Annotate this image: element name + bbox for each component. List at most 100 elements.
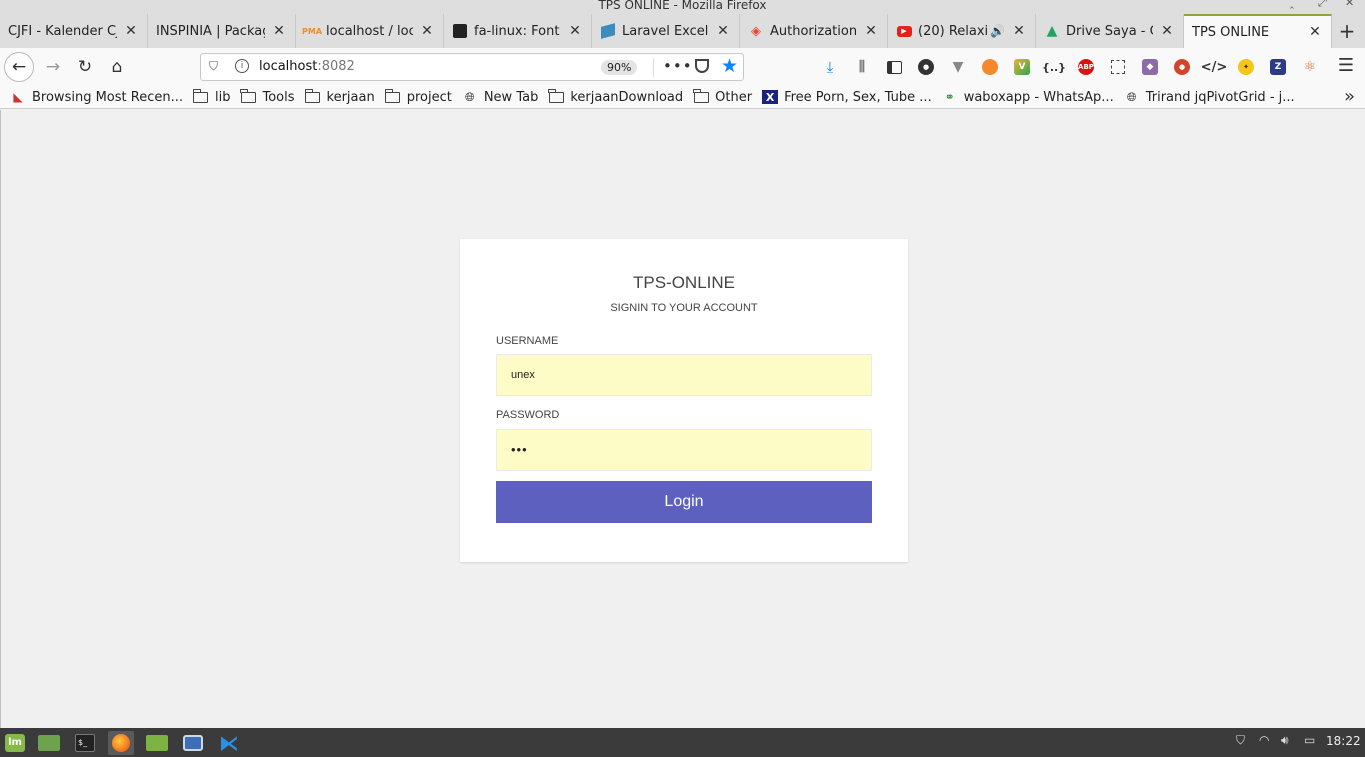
bookmark-label: Other <box>715 89 753 105</box>
download-icon[interactable]: ⤓ <box>814 56 846 78</box>
tab-title: Drive Saya - Go <box>1066 23 1153 39</box>
bookmarks-overflow-icon[interactable]: » <box>1344 86 1355 108</box>
close-window-icon[interactable]: ✕ <box>1345 0 1354 8</box>
bookmark-waboxapp[interactable]: ⚭ waboxapp - WhatsAp... <box>942 86 1114 109</box>
bookmark-star-icon[interactable]: ★ <box>721 55 738 77</box>
back-button[interactable]: ← <box>4 52 34 82</box>
close-tab-icon[interactable]: ✕ <box>271 23 287 39</box>
tab-laravel-excel[interactable]: Laravel Excel | ✕ <box>592 14 740 48</box>
url-text[interactable]: localhost:8082 <box>259 59 355 74</box>
login-title: TPS-ONLINE <box>632 273 736 292</box>
zotero-icon[interactable]: Z <box>1262 56 1294 78</box>
bookmark-new-tab[interactable]: 🌐︎ New Tab <box>462 86 538 109</box>
tab-phpmyadmin[interactable]: PMA localhost / loca ✕ <box>296 14 444 48</box>
reload-icon: ↻ <box>77 57 93 77</box>
bookmark-recent[interactable]: ◣ Browsing Most Recen... <box>10 86 183 109</box>
adblock-icon[interactable]: ABP <box>1070 56 1102 78</box>
site-info-icon[interactable]: i <box>235 59 249 73</box>
bookmark-x-site[interactable]: X Free Porn, Sex, Tube ... <box>762 86 932 109</box>
tab-google-drive[interactable]: ▲ Drive Saya - Go ✕ <box>1036 14 1184 48</box>
clock[interactable]: 18:22 <box>1326 734 1361 748</box>
volume-icon[interactable]: 🔊︎ <box>1281 733 1289 748</box>
files-icon[interactable] <box>144 731 170 755</box>
vimium-icon[interactable]: V <box>1006 56 1038 78</box>
tab-tps-online[interactable]: TPS ONLINE ✕ <box>1184 14 1332 48</box>
close-tab-icon[interactable]: ✕ <box>419 23 435 39</box>
url-bar[interactable]: ⛉ i localhost:8082 90% ••• ★ <box>200 53 744 81</box>
close-tab-icon[interactable]: ✕ <box>1011 23 1027 39</box>
password-label: PASSWORD <box>496 409 560 421</box>
bookmark-folder-project[interactable]: project <box>384 86 452 109</box>
folder-icon <box>384 88 401 104</box>
close-tab-icon[interactable]: ✕ <box>863 23 879 39</box>
show-desktop-icon[interactable] <box>36 731 62 755</box>
terminal-icon[interactable]: $_ <box>72 731 98 755</box>
zoom-level-badge[interactable]: 90% <box>601 60 638 75</box>
bookmark-label: Browsing Most Recen... <box>32 89 183 105</box>
page-actions-icon[interactable]: ••• <box>663 57 693 75</box>
forward-button[interactable]: → <box>38 52 68 82</box>
tab-authorization[interactable]: ◈ Authorization ✕ <box>740 14 888 48</box>
bookmark-label: waboxapp - WhatsAp... <box>963 89 1114 105</box>
wifi-icon[interactable]: ◠ <box>1259 733 1269 747</box>
bookmark-jqpivotgrid[interactable]: 🌐︎ Trirand jqPivotGrid - j... <box>1124 86 1295 109</box>
speaker-icon[interactable]: 🔊 <box>990 24 1005 38</box>
login-button[interactable]: Login <box>496 481 872 523</box>
laravel-icon: ◈ <box>751 23 761 39</box>
fontawesome-icon <box>452 23 468 39</box>
mint-menu-icon[interactable]: lm <box>2 731 28 755</box>
folder-icon <box>240 88 256 104</box>
sidebar-icon[interactable] <box>878 56 910 78</box>
maximize-icon[interactable]: ⤢ <box>1318 0 1327 8</box>
tab-inspinia[interactable]: INSPINIA | Packag ✕ <box>148 14 296 48</box>
code-icon[interactable]: </> <box>1198 56 1230 78</box>
username-input[interactable]: unex <box>496 354 872 396</box>
os-taskbar: lm $_ ⧔ ⛉ ◠ 🔊︎ ▭ 18:22 <box>0 728 1365 757</box>
arrow-left-icon: ← <box>11 57 27 77</box>
youtube-icon: ▶ <box>896 23 912 39</box>
bookmark-folder-kerjaan[interactable]: kerjaan <box>304 86 375 109</box>
tracking-shield-icon[interactable]: ⛉ <box>209 59 218 74</box>
close-tab-icon[interactable]: ✕ <box>715 23 731 39</box>
tab-youtube[interactable]: ▶ (20) Relaxin 🔊 ✕ <box>888 14 1036 48</box>
close-tab-icon[interactable]: ✕ <box>123 23 139 39</box>
json-viewer-icon[interactable]: {..} <box>1038 56 1070 78</box>
firefox-taskbar-icon[interactable] <box>108 731 134 755</box>
home-button[interactable]: ⌂ <box>102 52 132 82</box>
vscode-icon[interactable]: ⧔ <box>216 731 242 755</box>
bookmark-folder-kerjaandownload[interactable]: kerjaanDownload <box>548 86 683 109</box>
minimize-icon[interactable]: ‸ <box>1290 0 1294 8</box>
reload-button[interactable]: ↻ <box>70 52 100 82</box>
close-tab-icon[interactable]: ✕ <box>1159 23 1175 39</box>
bookmark-folder-tools[interactable]: Tools <box>240 86 295 109</box>
library-icon[interactable]: ⫼ <box>846 56 878 78</box>
globe-icon: 🌐︎ <box>1126 89 1137 104</box>
bookmark-folder-other[interactable]: Other <box>693 86 752 109</box>
tampermonkey-icon[interactable]: ◆ <box>1134 56 1166 78</box>
screenshot-app-icon[interactable] <box>180 731 206 755</box>
network-extension-icon[interactable]: ⚛ <box>1294 56 1326 78</box>
bookmark-folder-lib[interactable]: lib <box>192 86 230 109</box>
extension-orange-icon[interactable] <box>974 56 1006 78</box>
shield-tray-icon[interactable]: ⛉ <box>1236 733 1245 748</box>
battery-icon[interactable]: ▭ <box>1304 733 1315 747</box>
arrow-right-icon: → <box>45 57 61 77</box>
recorder-icon[interactable]: ● <box>1166 56 1198 78</box>
bee-extension-icon[interactable]: ✦ <box>1230 56 1262 78</box>
pocket-icon[interactable] <box>695 59 709 73</box>
close-tab-icon[interactable]: ✕ <box>567 23 583 39</box>
hamburger-menu-icon[interactable]: ☰ <box>1334 56 1358 78</box>
plus-icon: + <box>1338 19 1356 43</box>
page-viewport: TPS-ONLINE SIGNIN TO YOUR ACCOUNT USERNA… <box>0 110 1365 728</box>
close-tab-icon[interactable]: ✕ <box>1307 24 1323 40</box>
vue-devtools-icon[interactable]: ▼ <box>942 56 974 78</box>
screenshot-icon[interactable] <box>1102 56 1134 78</box>
tab-cjfi-kalender[interactable]: CJFI - Kalender CJ ✕ <box>0 14 148 48</box>
navigation-toolbar: ← → ↻ ⌂ ⛉ i localhost:8082 90% ••• ★ ⤓ ⫼… <box>0 48 1365 86</box>
password-input[interactable]: ••• <box>496 429 872 471</box>
new-tab-button[interactable]: + <box>1332 14 1362 48</box>
x-site-icon: X <box>762 90 779 104</box>
tab-fa-linux[interactable]: fa-linux: Font A ✕ <box>444 14 592 48</box>
account-icon[interactable]: ● <box>910 56 942 78</box>
bookmark-label: Tools <box>262 89 295 105</box>
